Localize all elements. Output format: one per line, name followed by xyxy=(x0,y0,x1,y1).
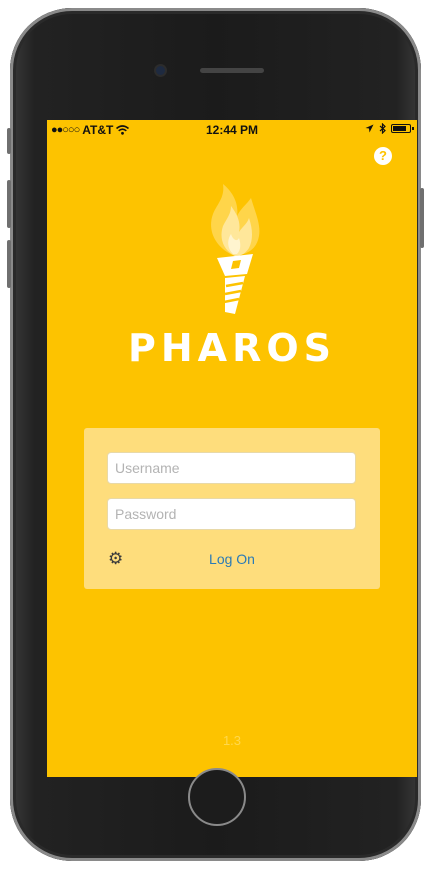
volume-up-button xyxy=(7,180,11,228)
question-circle-icon[interactable]: ? xyxy=(374,147,392,165)
phone-frame: ●●○○○ AT&T 12:44 PM ? PHAROS Username ⚙ … xyxy=(7,8,424,861)
status-right xyxy=(365,123,414,134)
status-time: 12:44 PM xyxy=(205,123,259,137)
username-input[interactable] xyxy=(107,452,356,484)
volume-down-button xyxy=(7,240,11,288)
power-button xyxy=(420,188,424,248)
password-input[interactable] xyxy=(107,498,356,530)
mute-switch xyxy=(7,128,11,154)
earpiece-speaker xyxy=(200,68,264,73)
torch-icon xyxy=(211,184,260,314)
version-label: 1.3 xyxy=(222,733,242,748)
gear-icon[interactable]: ⚙ xyxy=(108,550,124,567)
brand-wordmark: PHAROS xyxy=(128,326,336,370)
front-camera xyxy=(156,66,165,75)
app-screen: ●●○○○ AT&T 12:44 PM ? PHAROS Username ⚙ … xyxy=(47,120,417,777)
bluetooth-icon xyxy=(379,123,386,134)
location-arrow-icon xyxy=(365,124,374,133)
login-panel: ⚙ Log On xyxy=(84,428,380,589)
battery-icon xyxy=(391,124,414,133)
status-bar: ●●○○○ AT&T 12:44 PM xyxy=(47,120,417,140)
home-button xyxy=(188,768,246,826)
log-on-button[interactable]: Log On xyxy=(164,548,300,570)
